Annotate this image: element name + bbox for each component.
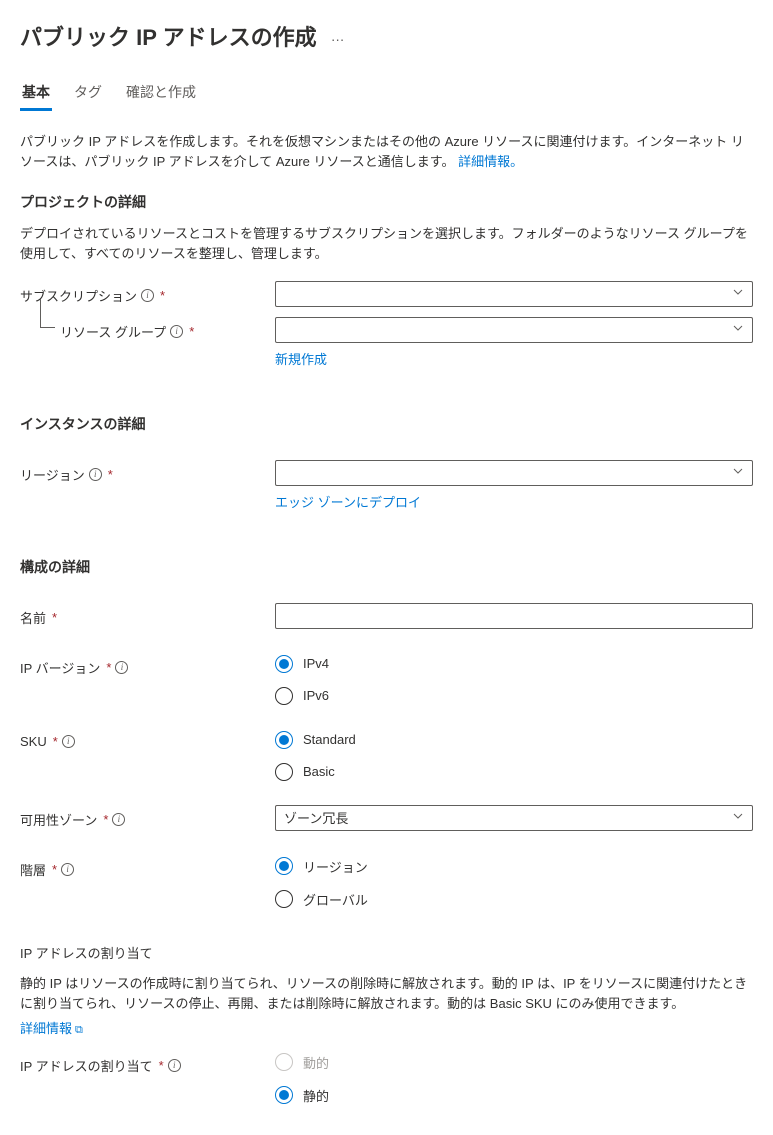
info-icon[interactable]: i [168, 1059, 181, 1072]
info-icon[interactable]: i [61, 863, 74, 876]
sku-basic-radio[interactable]: Basic [275, 763, 753, 781]
ipv4-radio[interactable]: IPv4 [275, 655, 753, 673]
project-details-heading: プロジェクトの詳細 [20, 192, 753, 212]
chevron-down-icon [732, 322, 744, 337]
instance-details-heading: インスタンスの詳細 [20, 414, 753, 434]
ip-version-label: IP バージョン * i [20, 653, 275, 677]
ipv6-radio[interactable]: IPv6 [275, 687, 753, 705]
info-icon[interactable]: i [170, 325, 183, 338]
region-dropdown[interactable] [275, 460, 753, 486]
availability-zone-dropdown[interactable]: ゾーン冗長 [275, 805, 753, 831]
name-input[interactable] [275, 603, 753, 629]
external-link-icon: ⧉ [75, 1024, 83, 1037]
chevron-down-icon [732, 810, 744, 825]
name-label: 名前 * [20, 603, 275, 627]
resource-group-label: リソース グループ i * [20, 317, 275, 341]
resource-group-dropdown[interactable] [275, 317, 753, 343]
ip-dynamic-radio: 動的 [275, 1053, 753, 1072]
intro-text: パブリック IP アドレスを作成します。それを仮想マシンまたはその他の Azur… [20, 132, 753, 172]
availability-zone-label: 可用性ゾーン * i [20, 805, 275, 829]
tab-tags[interactable]: タグ [72, 76, 104, 111]
project-details-desc: デプロイされているリソースとコストを管理するサブスクリプションを選択します。フォ… [20, 224, 753, 264]
chevron-down-icon [732, 286, 744, 301]
ip-assignment-heading: IP アドレスの割り当て [20, 943, 753, 962]
ip-assignment-more-info-link[interactable]: 詳細情報⧉ [20, 1021, 83, 1036]
info-icon[interactable]: i [112, 813, 125, 826]
sku-standard-radio[interactable]: Standard [275, 731, 753, 749]
info-icon[interactable]: i [141, 289, 154, 302]
config-details-heading: 構成の詳細 [20, 557, 753, 577]
chevron-down-icon [732, 465, 744, 480]
tier-global-radio[interactable]: グローバル [275, 890, 753, 909]
ip-assignment-desc: 静的 IP はリソースの作成時に割り当てられ、リソースの削除時に解放されます。動… [20, 974, 753, 1014]
info-icon[interactable]: i [115, 661, 128, 674]
subscription-label: サブスクリプション i * [20, 281, 275, 305]
tier-label: 階層 * i [20, 855, 275, 879]
tab-basics[interactable]: 基本 [20, 76, 52, 111]
tier-region-radio[interactable]: リージョン [275, 857, 753, 876]
more-actions-icon[interactable]: … [327, 28, 349, 44]
tabs: 基本 タグ 確認と作成 [20, 76, 753, 112]
tab-review-create[interactable]: 確認と作成 [124, 76, 198, 111]
sku-label: SKU * i [20, 729, 275, 749]
page-title: パブリック IP アドレスの作成 [20, 20, 317, 52]
subscription-dropdown[interactable] [275, 281, 753, 307]
info-icon[interactable]: i [62, 735, 75, 748]
ip-assignment-label: IP アドレスの割り当て * i [20, 1051, 275, 1075]
info-icon[interactable]: i [89, 468, 102, 481]
deploy-edge-zone-link[interactable]: エッジ ゾーンにデプロイ [275, 492, 421, 511]
ip-static-radio[interactable]: 静的 [275, 1086, 753, 1105]
intro-more-info-link[interactable]: 詳細情報。 [458, 154, 523, 169]
create-new-resource-group-link[interactable]: 新規作成 [275, 349, 327, 368]
region-label: リージョン i * [20, 460, 275, 484]
